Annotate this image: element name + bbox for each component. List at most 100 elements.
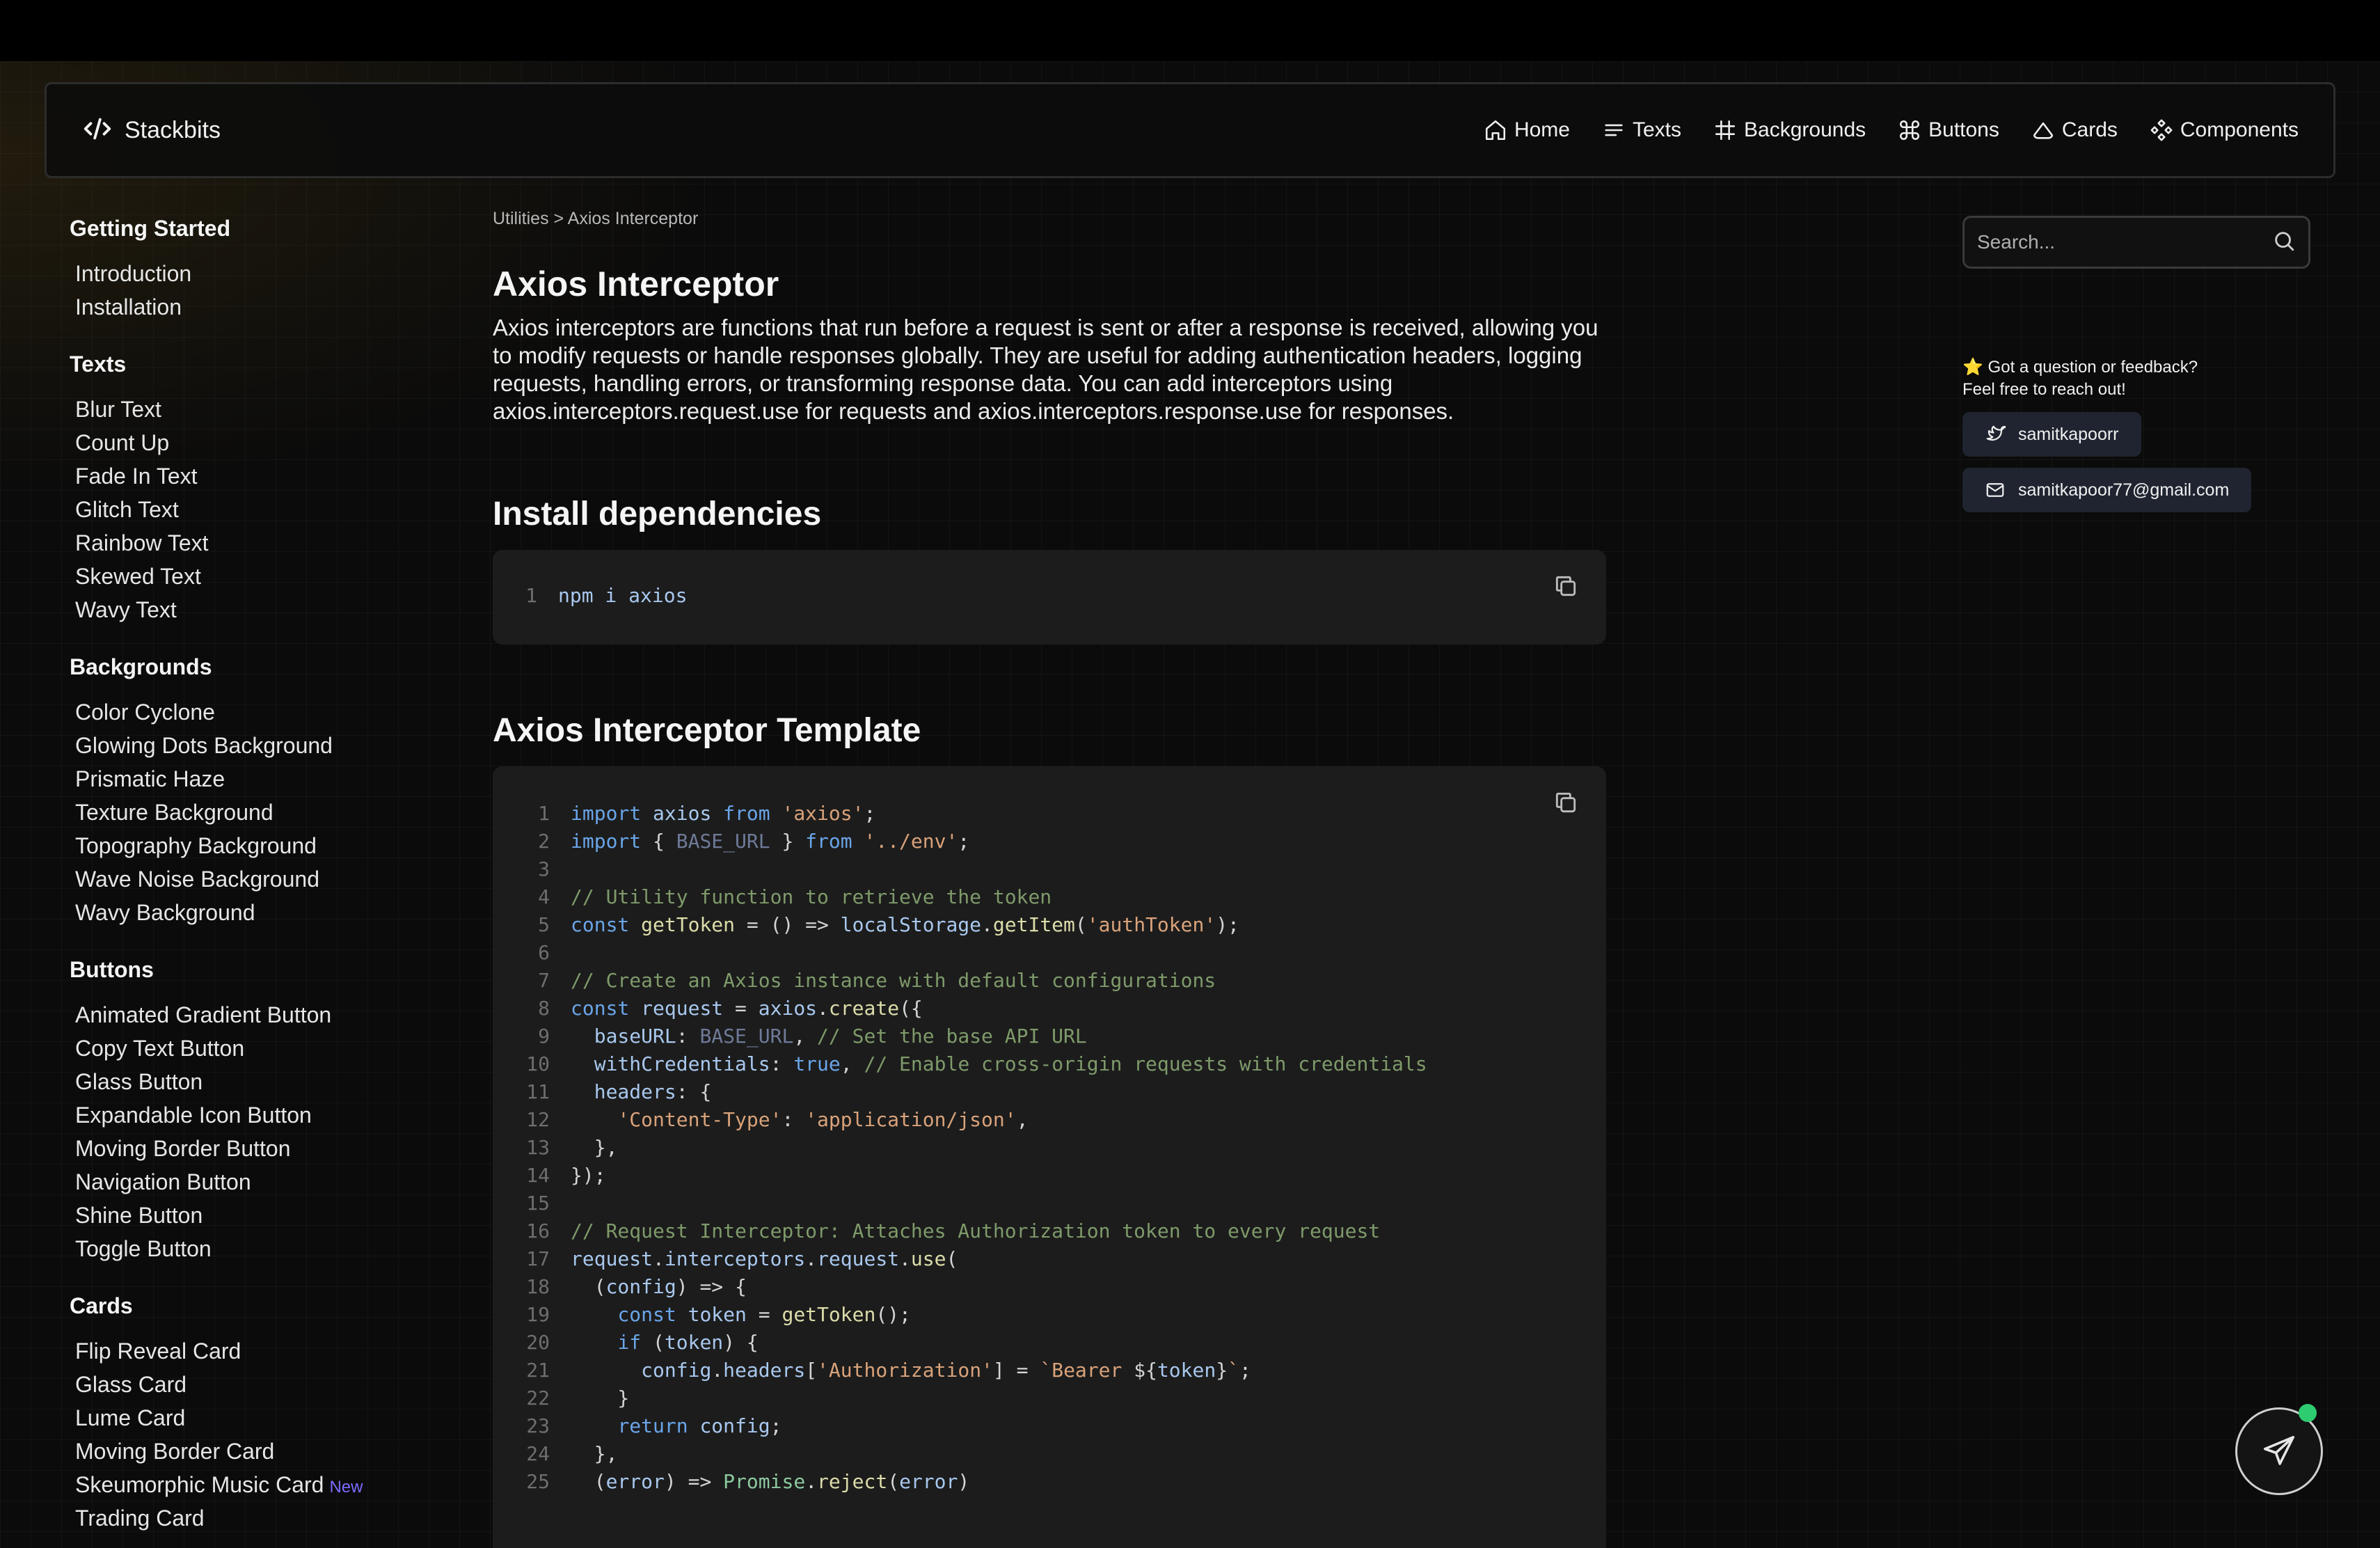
code-token: . [653, 1247, 665, 1270]
code-text: // Create an Axios instance with default… [550, 967, 1216, 995]
code-icon [81, 113, 113, 148]
code-token: = () => [735, 913, 841, 936]
sidebar-item[interactable]: Moving Border Button [70, 1132, 459, 1165]
email-link[interactable]: samitkapoor77@gmail.com [1962, 468, 2252, 512]
breadcrumb: Utilities > Axios Interceptor [493, 209, 699, 228]
sidebar-item[interactable]: Count Up [70, 426, 459, 459]
sidebar-item[interactable]: Glass Button [70, 1065, 459, 1098]
sidebar-item[interactable]: Moving Border Card [70, 1435, 459, 1468]
nav-buttons-label: Buttons [1928, 118, 1999, 141]
code-token: ) => [664, 1470, 724, 1493]
code-token: ); [1216, 913, 1239, 936]
brand-logo[interactable]: Stackbits [81, 113, 221, 148]
nav-backgrounds[interactable]: Backgrounds [1713, 118, 1866, 142]
sidebar-item[interactable]: Rainbow Text [70, 526, 459, 560]
sidebar-item[interactable]: Prismatic Haze [70, 762, 459, 796]
code-line: 21 config.headers['Authorization'] = `Be… [493, 1357, 1606, 1384]
code-token: , [840, 1052, 864, 1075]
sidebar-item[interactable]: Skeumorphic Music Card New [70, 1468, 459, 1501]
search-box[interactable] [1962, 216, 2310, 269]
search-icon[interactable] [2272, 229, 2296, 256]
code-token: const [571, 913, 630, 936]
sidebar-item-label: Glowing Dots Background [75, 733, 333, 758]
code-token: from [805, 830, 852, 853]
code-token: . [899, 1247, 911, 1270]
sidebar-item[interactable]: Wave Noise Background [70, 862, 459, 896]
sidebar-item[interactable]: Glass Card [70, 1368, 459, 1401]
code-line: 6 [493, 939, 1606, 967]
home-icon [1485, 120, 1505, 141]
nav-home[interactable]: Home [1484, 118, 1570, 142]
sidebar-item[interactable]: Glitch Text [70, 493, 459, 526]
code-token: . [805, 1470, 818, 1493]
code-token: const [571, 997, 630, 1020]
code-token: getToken [641, 913, 736, 936]
sidebar-item[interactable]: Topography Background [70, 829, 459, 862]
sidebar-item[interactable]: Texture Background [70, 796, 459, 829]
twitter-link[interactable]: samitkapoorr [1962, 412, 2141, 457]
sidebar-item-label: Toggle Button [75, 1236, 212, 1261]
sidebar-item[interactable]: Fade In Text [70, 459, 459, 493]
copy-button[interactable] [1550, 787, 1581, 818]
sidebar-item[interactable]: Copy Text Button [70, 1032, 459, 1065]
sidebar-item[interactable]: Shine Button [70, 1199, 459, 1232]
code-token: if [617, 1331, 642, 1354]
sidebar-item[interactable]: Trading Card [70, 1501, 459, 1535]
sidebar-item-label: Introduction [75, 261, 192, 286]
send-feedback-button[interactable] [2235, 1404, 2323, 1495]
sidebar-item[interactable]: Glowing Dots Background [70, 729, 459, 762]
code-token: : [770, 1052, 794, 1075]
sidebar-item-label: Copy Text Button [75, 1036, 245, 1061]
nav-cards[interactable]: Cards [2031, 118, 2118, 142]
line-number: 23 [526, 1414, 550, 1437]
nav-texts[interactable]: Texts [1602, 118, 1681, 142]
nav-components[interactable]: Components [2150, 118, 2299, 142]
sidebar-item[interactable]: Toggle Button [70, 1232, 459, 1265]
code-line: 20 if (token) { [493, 1329, 1606, 1357]
nav-home-label: Home [1514, 118, 1570, 141]
sidebar-item[interactable]: Blur Text [70, 393, 459, 426]
install-heading: Install dependencies [493, 496, 822, 532]
nav-buttons[interactable]: Buttons [1898, 118, 1999, 142]
code-token: . [805, 1247, 818, 1270]
sidebar-item[interactable]: Wavy Text [70, 593, 459, 626]
sidebar-item[interactable]: Animated Gradient Button [70, 998, 459, 1032]
code-token: . [981, 913, 993, 936]
code-token: const [617, 1303, 676, 1326]
sidebar-item[interactable]: Navigation Button [70, 1165, 459, 1199]
code-token: request [571, 1247, 653, 1270]
sidebar-item-label: Trading Card [75, 1506, 205, 1531]
brand-name: Stackbits [125, 116, 221, 143]
line-number: 11 [526, 1080, 550, 1103]
sidebar-item[interactable]: Wavy Background [70, 896, 459, 929]
code-line: 13 }, [493, 1134, 1606, 1162]
sidebar-item[interactable]: Lume Card [70, 1401, 459, 1435]
line-number: 2 [538, 830, 550, 853]
copy-button[interactable] [1550, 571, 1581, 601]
sidebar-item[interactable]: Skewed Text [70, 560, 459, 593]
code-line: 9 baseURL: BASE_URL, // Set the base API… [493, 1022, 1606, 1050]
nav-backgrounds-label: Backgrounds [1744, 118, 1866, 141]
sidebar-section: Getting Started Introduction Installation [70, 216, 459, 324]
code-token: ; [770, 1414, 782, 1437]
sidebar-item[interactable]: Flip Reveal Card [70, 1334, 459, 1368]
code-token: baseURL [594, 1025, 676, 1048]
sidebar-item[interactable]: Expandable Icon Button [70, 1098, 459, 1132]
search-input[interactable] [1977, 231, 2272, 253]
sidebar-item[interactable]: Installation [70, 290, 459, 324]
code-token: create [828, 997, 900, 1020]
code-token: interceptors [664, 1247, 806, 1270]
sidebar-item[interactable]: Introduction [70, 257, 459, 290]
sidebar-item[interactable]: Color Cyclone [70, 695, 459, 729]
code-token: token [1157, 1359, 1216, 1382]
sidebar-section: Buttons Animated Gradient Button Copy Text… [70, 957, 459, 1265]
sidebar-section-title: Texts [70, 352, 127, 377]
line-number: 19 [526, 1303, 550, 1326]
code-text: const getToken = () => localStorage.getI… [550, 911, 1239, 939]
code-token: ( [887, 1470, 900, 1493]
sidebar-item-label: Texture Background [75, 800, 273, 825]
code-token: ( [571, 1470, 606, 1493]
sidebar-item-label: Flip Reveal Card [75, 1338, 241, 1364]
sidebar-item-label: Lume Card [75, 1405, 186, 1430]
